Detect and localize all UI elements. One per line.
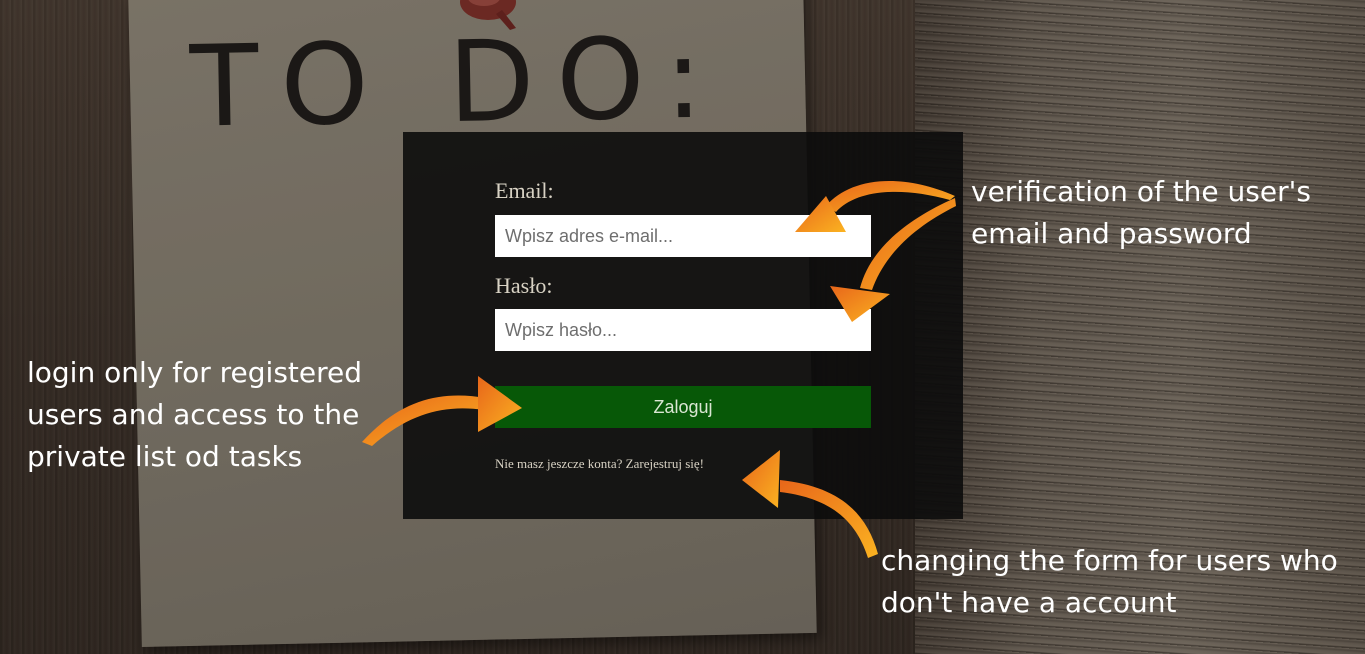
annotation-register-info: changing the form for users who don't ha…: [881, 540, 1338, 624]
register-link[interactable]: Nie masz jeszcze konta? Zarejestruj się!: [495, 456, 704, 472]
annotation-line: email and password: [971, 217, 1252, 250]
annotation-line: don't have a account: [881, 586, 1177, 619]
annotation-line: changing the form for users who: [881, 544, 1338, 577]
password-label: Hasło:: [495, 273, 553, 298]
login-panel: Email: Hasło: Zaloguj Nie masz jeszcze k…: [403, 132, 963, 519]
email-label: Email:: [495, 178, 554, 203]
annotation-line: login only for registered: [27, 356, 363, 389]
login-button[interactable]: Zaloguj: [495, 386, 871, 428]
annotation-line: private list od tasks: [27, 440, 303, 473]
annotation-line: verification of the user's: [971, 175, 1311, 208]
annotation-line: users and access to the: [27, 398, 360, 431]
annotation-verification: verification of the user's email and pas…: [971, 171, 1311, 255]
email-input[interactable]: [495, 215, 871, 257]
annotation-login-info: login only for registered users and acce…: [27, 352, 362, 478]
password-input[interactable]: [495, 309, 871, 351]
